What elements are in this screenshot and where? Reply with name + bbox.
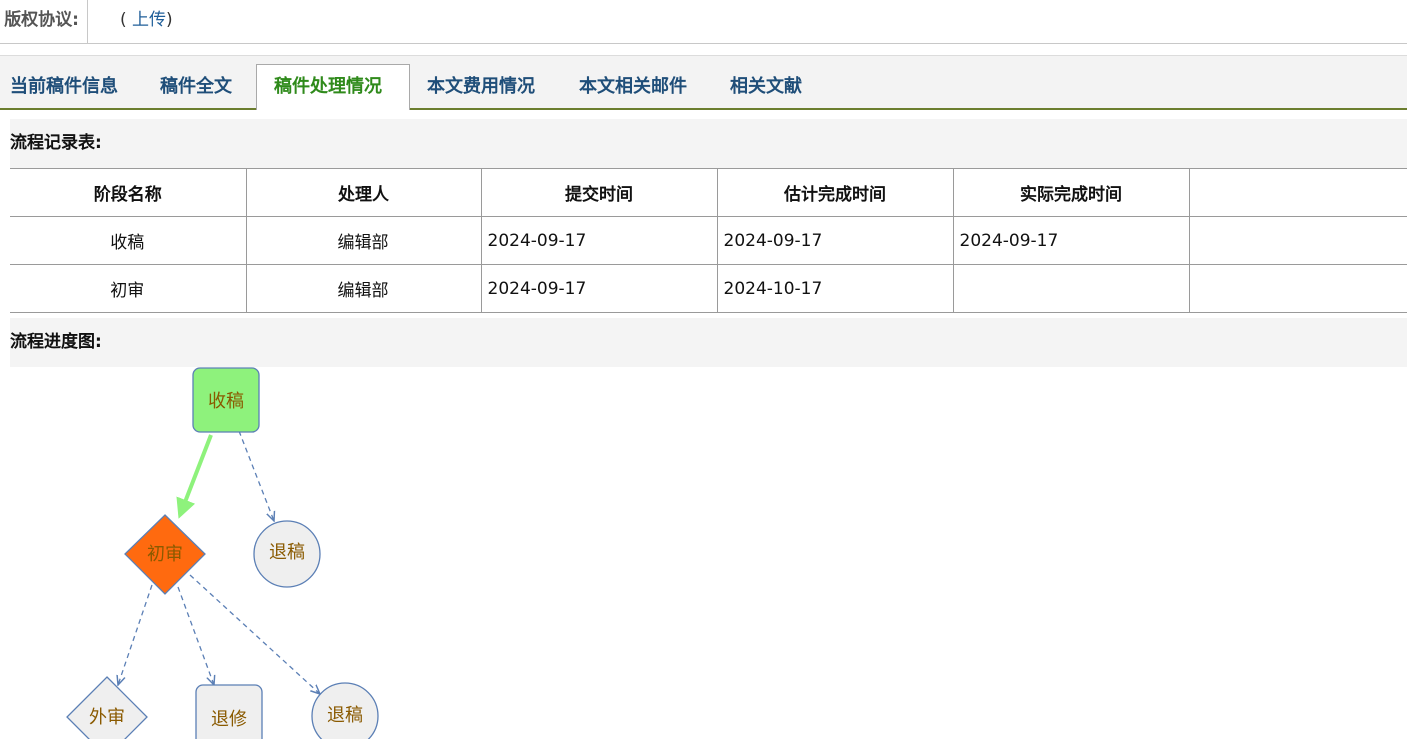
cell-submit-time: 2024-09-17 bbox=[480, 216, 718, 265]
node-receive: 收稿 bbox=[192, 367, 260, 433]
tab-manuscript-info[interactable]: 当前稿件信息 bbox=[10, 65, 118, 109]
flow-record-table: 阶段名称 处理人 提交时间 估计完成时间 实际完成时间 意 收稿 编辑部 202… bbox=[10, 168, 1407, 313]
cell-handler: 编辑部 bbox=[245, 216, 482, 265]
node-initial-review-label: 初审 bbox=[147, 544, 183, 565]
cell-stage: 初审 bbox=[10, 264, 247, 313]
copyright-label: 版权协议: bbox=[0, 0, 88, 44]
upload-link[interactable]: 上传 bbox=[132, 10, 166, 30]
edge-initial-to-external bbox=[118, 584, 153, 685]
node-external-review-label: 外审 bbox=[89, 707, 125, 728]
copyright-value: ( 上传) bbox=[120, 0, 173, 40]
table-header-row: 阶段名称 处理人 提交时间 估计完成时间 实际完成时间 意 bbox=[10, 168, 1407, 217]
cell-handler: 编辑部 bbox=[245, 264, 482, 313]
node-revise: 退修 bbox=[195, 684, 263, 739]
edge-initial-to-revise bbox=[177, 586, 214, 685]
column-header-actual-time: 实际完成时间 bbox=[952, 168, 1190, 217]
cell-opinion bbox=[1188, 216, 1407, 265]
node-reject-2-label: 退稿 bbox=[327, 705, 363, 726]
flow-progress-title: 流程进度图: bbox=[10, 318, 1407, 367]
paren-close: ) bbox=[166, 10, 173, 30]
copyright-row: 版权协议: ( 上传) bbox=[0, 0, 1407, 44]
column-header-stage: 阶段名称 bbox=[10, 168, 247, 217]
cell-actual-time: 2024-09-17 bbox=[952, 216, 1190, 265]
node-reject-1-label: 退稿 bbox=[269, 542, 305, 563]
paren-open: ( bbox=[120, 10, 127, 30]
cell-submit-time: 2024-09-17 bbox=[480, 264, 718, 313]
cell-actual-time bbox=[952, 264, 1190, 313]
node-reject-2: 退稿 bbox=[311, 682, 379, 739]
table-row: 初审 编辑部 2024-09-17 2024-10-17 bbox=[10, 264, 1407, 313]
table-row: 收稿 编辑部 2024-09-17 2024-09-17 2024-09-17 bbox=[10, 216, 1407, 265]
cell-opinion bbox=[1188, 264, 1407, 313]
node-reject-1: 退稿 bbox=[253, 520, 321, 588]
node-external-review: 外审 bbox=[66, 676, 148, 739]
tab-fees[interactable]: 本文费用情况 bbox=[427, 65, 535, 109]
tab-bar: 当前稿件信息 稿件全文 稿件处理情况 本文费用情况 本文相关邮件 相关文献 bbox=[0, 55, 1407, 110]
tab-references[interactable]: 相关文献 bbox=[730, 65, 802, 109]
column-header-estimated-time: 估计完成时间 bbox=[716, 168, 954, 217]
edge-receive-to-initial bbox=[176, 434, 213, 519]
cell-estimated-time: 2024-09-17 bbox=[716, 216, 954, 265]
flow-diagram: 收稿 退稿 初审 外审 退修 退稿 bbox=[66, 367, 379, 739]
edge-receive-to-reject bbox=[238, 430, 274, 521]
cell-estimated-time: 2024-10-17 bbox=[716, 264, 954, 313]
column-header-submit-time: 提交时间 bbox=[480, 168, 718, 217]
column-header-opinion: 意 bbox=[1188, 168, 1407, 217]
flow-record-title: 流程记录表: bbox=[10, 119, 1407, 168]
edge-initial-to-reject bbox=[189, 574, 320, 694]
tab-full-text[interactable]: 稿件全文 bbox=[160, 65, 232, 109]
node-receive-label: 收稿 bbox=[208, 391, 244, 412]
node-revise-label: 退修 bbox=[211, 709, 247, 730]
column-header-handler: 处理人 bbox=[245, 168, 482, 217]
tab-related-emails[interactable]: 本文相关邮件 bbox=[579, 65, 687, 109]
cell-stage: 收稿 bbox=[10, 216, 247, 265]
tab-processing-status[interactable]: 稿件处理情况 bbox=[256, 64, 410, 110]
node-initial-review: 初审 bbox=[124, 514, 206, 595]
